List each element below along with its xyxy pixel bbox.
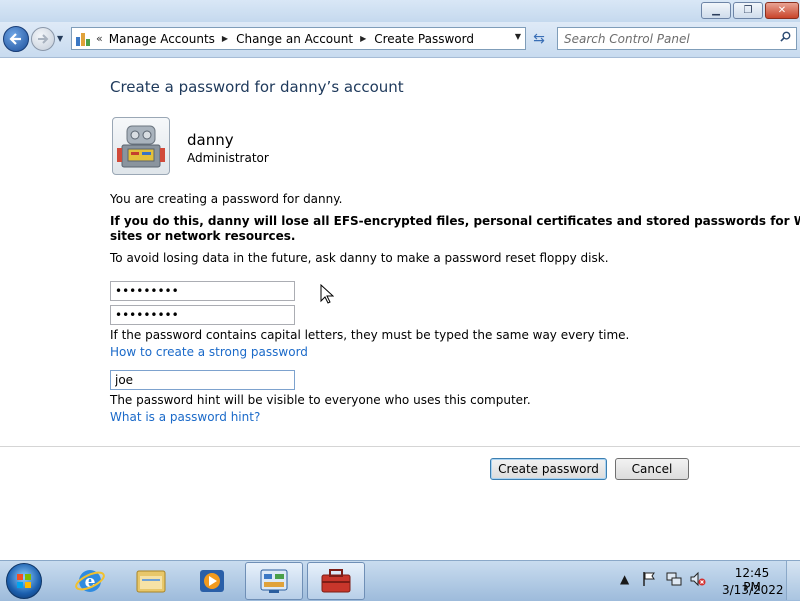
- warning-text-line2: sites or network resources.: [110, 229, 296, 243]
- start-button[interactable]: [6, 563, 42, 599]
- divider: [0, 446, 800, 447]
- search-box[interactable]: [557, 27, 797, 50]
- address-bar[interactable]: « Manage Accounts ▶ Change an Account ▶ …: [71, 27, 526, 50]
- network-icon[interactable]: [666, 571, 682, 587]
- taskbar-media-player[interactable]: [183, 562, 241, 600]
- chevron-right-icon[interactable]: ▶: [222, 34, 228, 43]
- back-button[interactable]: [3, 26, 29, 52]
- refresh-button[interactable]: ⇆: [528, 29, 550, 49]
- case-sensitivity-note: If the password contains capital letters…: [110, 328, 630, 342]
- recent-pages-dropdown[interactable]: ▼: [57, 33, 65, 45]
- windows-logo-icon: [17, 574, 31, 588]
- taskbar-control-panel[interactable]: [245, 562, 303, 600]
- password-hint-link[interactable]: What is a password hint?: [110, 410, 260, 424]
- search-input[interactable]: [564, 31, 764, 46]
- taskbar-toolbox[interactable]: [307, 562, 365, 600]
- breadcrumb-overflow[interactable]: «: [96, 32, 103, 45]
- refresh-icon: ⇆: [533, 31, 545, 47]
- forward-button[interactable]: [31, 27, 55, 51]
- taskbar-internet-explorer[interactable]: e: [61, 562, 119, 600]
- intro-text: You are creating a password for danny.: [110, 192, 343, 206]
- window-titlebar: ▁ ❐ ✕: [0, 0, 800, 22]
- hint-visibility-note: The password hint will be visible to eve…: [110, 393, 531, 407]
- breadcrumb-create-password[interactable]: Create Password: [374, 32, 474, 46]
- taskbar-windows-explorer[interactable]: [122, 562, 180, 600]
- new-password-field[interactable]: [110, 281, 295, 301]
- strong-password-link[interactable]: How to create a strong password: [110, 345, 308, 359]
- control-panel-icon: [76, 32, 92, 46]
- chevron-down-icon[interactable]: ▼: [515, 32, 521, 41]
- clock-date[interactable]: 3/13/2022: [722, 583, 784, 597]
- password-hint-field[interactable]: [110, 370, 295, 390]
- create-password-button[interactable]: Create password: [490, 458, 607, 480]
- navigation-bar: ▼ « Manage Accounts ▶ Change an Account …: [0, 22, 800, 58]
- windows-explorer-icon: [136, 570, 166, 593]
- user-role: Administrator: [187, 151, 269, 165]
- media-player-icon: [200, 570, 224, 592]
- show-hidden-icons-icon[interactable]: ▲: [620, 572, 629, 586]
- page-title: Create a password for danny’s account: [110, 78, 404, 96]
- toolbox-icon: [321, 569, 351, 593]
- minimize-button[interactable]: ▁: [701, 2, 731, 19]
- search-icon[interactable]: [780, 31, 791, 42]
- mouse-pointer-icon: [320, 284, 334, 304]
- warning-text-line1: If you do this, danny will lose all EFS-…: [110, 214, 800, 228]
- control-panel-icon: [260, 569, 288, 593]
- breadcrumb-manage-accounts[interactable]: Manage Accounts: [109, 32, 215, 46]
- user-name: danny: [187, 131, 234, 149]
- avatar: [112, 117, 170, 175]
- cancel-button[interactable]: Cancel: [615, 458, 689, 480]
- arrow-left-icon: [9, 33, 21, 45]
- breadcrumb-change-account[interactable]: Change an Account: [236, 32, 353, 46]
- close-button[interactable]: ✕: [765, 2, 799, 19]
- volume-muted-icon[interactable]: [690, 571, 706, 587]
- internet-explorer-icon: e: [75, 570, 105, 592]
- robot-avatar-icon: [117, 125, 165, 168]
- action-center-flag-icon[interactable]: [642, 571, 656, 587]
- chevron-right-icon[interactable]: ▶: [360, 34, 366, 43]
- advice-text: To avoid losing data in the future, ask …: [110, 251, 609, 265]
- arrow-right-icon: [38, 34, 49, 44]
- maximize-button[interactable]: ❐: [733, 2, 763, 19]
- confirm-password-field[interactable]: [110, 305, 295, 325]
- show-desktop-button[interactable]: [786, 561, 800, 600]
